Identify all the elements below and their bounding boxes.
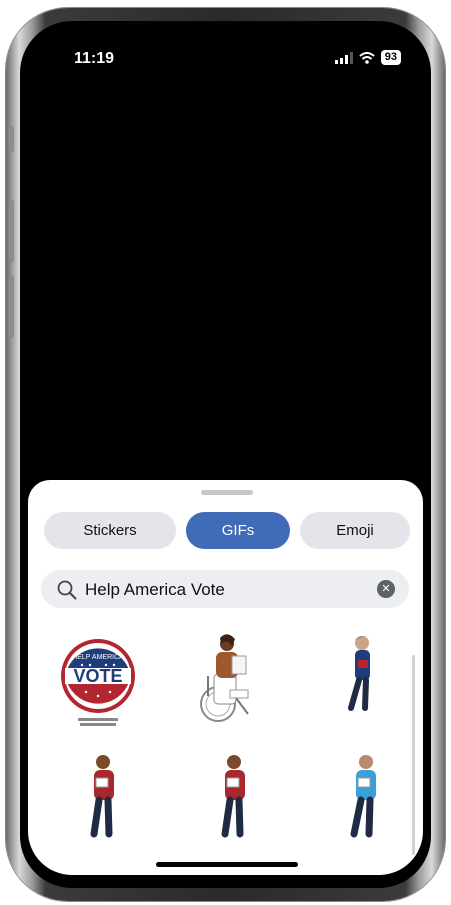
gif-tile-wheelchair-voter[interactable] [172, 630, 282, 740]
mute-switch [9, 126, 14, 152]
gif-tile-voter[interactable] [178, 750, 288, 860]
gif-tile-voter[interactable] [46, 750, 156, 860]
screen: 11:19 93 Stickers GIFs Emoji Help Americ… [28, 30, 423, 875]
gif-tile-voter[interactable] [318, 630, 423, 740]
vote-button-main-text: VOTE [73, 666, 122, 686]
battery-indicator: 93 [380, 50, 401, 65]
voter-image [221, 755, 245, 838]
cellular-signal-icon [334, 51, 353, 64]
sheet-grabber[interactable] [201, 490, 253, 495]
segmented-control: Stickers GIFs Emoji [44, 512, 410, 550]
home-indicator[interactable] [156, 862, 298, 867]
clear-search-icon[interactable]: ✕ [377, 580, 395, 598]
vote-button-image: HELP AMERICA VOTE [61, 639, 135, 726]
gif-picker-sheet: Stickers GIFs Emoji Help America Vote ✕ [28, 480, 423, 875]
vote-button-top-text: HELP AMERICA [72, 654, 124, 661]
search-input[interactable]: Help America Vote [85, 580, 225, 600]
wifi-icon [359, 51, 375, 64]
gif-tile-voter[interactable] [310, 750, 420, 860]
volume-up-button [9, 200, 14, 262]
status-bar: 11:19 93 [28, 46, 423, 68]
volume-down-button [9, 276, 14, 338]
wheelchair-voter-image [200, 634, 249, 722]
search-bar[interactable]: Help America Vote ✕ [41, 570, 409, 608]
gif-tile-vote-button[interactable]: HELP AMERICA VOTE [46, 630, 156, 740]
search-icon [57, 580, 77, 600]
tab-emoji[interactable]: Emoji [300, 512, 410, 549]
status-icons: 93 [334, 50, 401, 65]
voter-image [90, 755, 114, 838]
tab-gifs[interactable]: GIFs [186, 512, 290, 549]
voter-image [350, 755, 376, 838]
voter-image [348, 636, 370, 711]
status-time: 11:19 [74, 50, 115, 67]
tab-stickers[interactable]: Stickers [44, 512, 176, 549]
